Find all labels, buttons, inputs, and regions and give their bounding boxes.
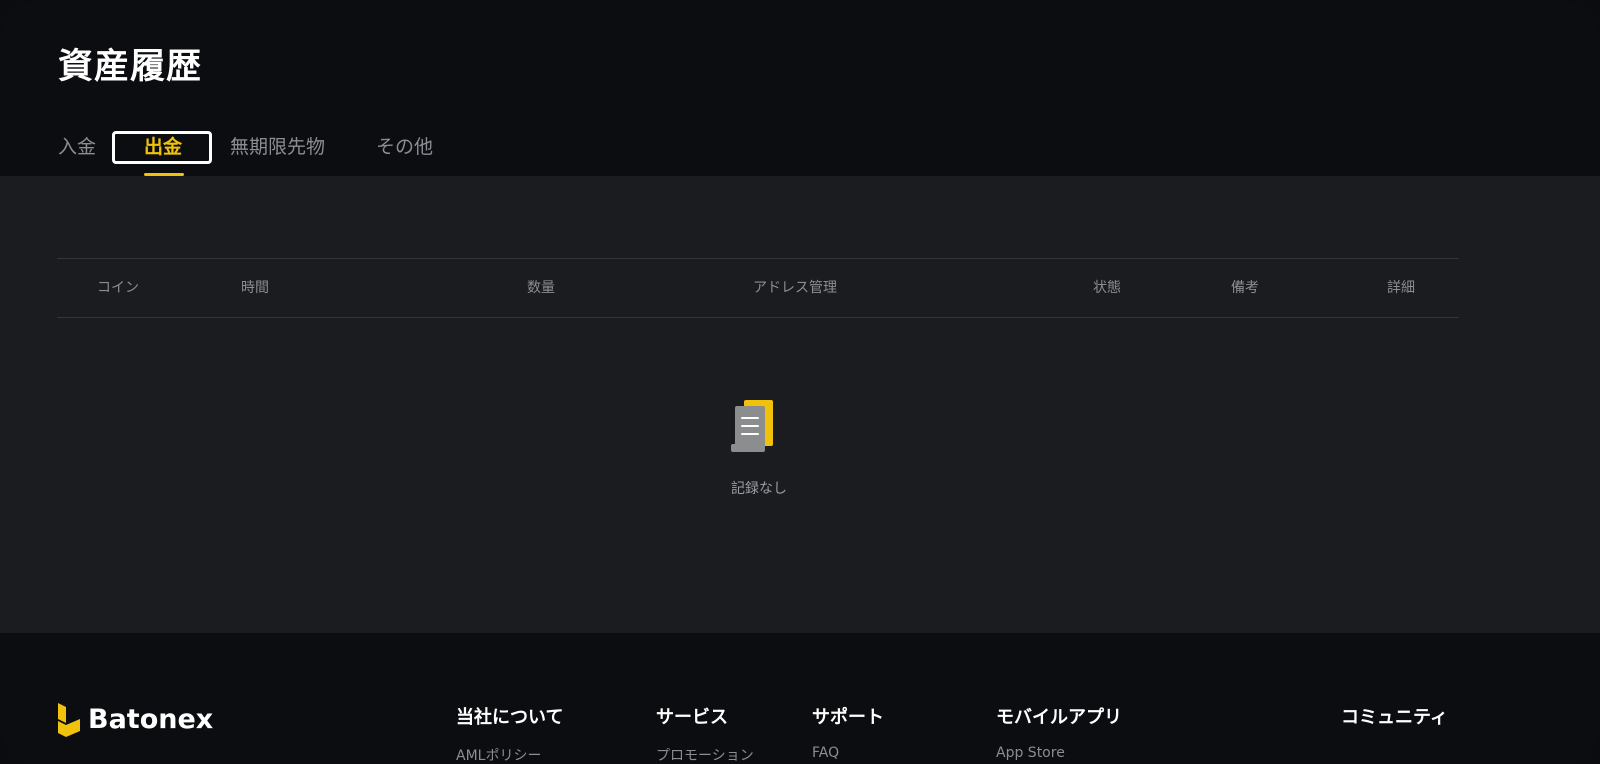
site-footer: Batonex 当社について AMLポリシー サービス プロモーション サポート… [0,633,1600,764]
footer-column-mobile-app: モバイルアプリ App Store [996,705,1122,761]
table-header: コイン 時間 数量 アドレス管理 状態 備考 詳細 [57,258,1459,318]
column-address: アドレス管理 [753,280,837,296]
footer-column-title: サービス [656,707,728,728]
tab-withdraw[interactable]: 出金 [144,130,182,164]
page-title: 資産履歴 [58,47,203,87]
footer-column-community: コミュニティ [1341,705,1451,731]
footer-column-services: サービス プロモーション [656,705,754,764]
batonex-logo-icon [58,703,80,737]
tab-others[interactable]: その他 [376,130,433,164]
app-frame: 資産履歴 入金 出金 無期限先物 その他 コイン 時間 数量 アドレス管理 状態… [0,0,1600,764]
tab-perpetual-futures[interactable]: 無期限先物 [230,130,325,164]
footer-column-title: コミュニティ [1341,707,1448,728]
footer-link-faq[interactable]: FAQ [812,745,884,761]
footer-column-title: モバイルアプリ [996,707,1122,728]
brand-name: Batonex [88,704,214,735]
column-coin: コイン [97,280,139,296]
footer-column-support: サポート FAQ [812,705,884,761]
footer-link-promotion[interactable]: プロモーション [656,745,754,764]
column-amount: 数量 [527,280,555,296]
history-content: コイン 時間 数量 アドレス管理 状態 備考 詳細 記録なし [0,176,1600,633]
page-header: 資産履歴 入金 出金 無期限先物 その他 [0,0,1600,176]
empty-state-message: 記録なし [731,481,787,497]
footer-link-aml-policy[interactable]: AMLポリシー [456,745,563,764]
footer-column-about: 当社について AMLポリシー [456,705,563,764]
footer-column-title: サポート [812,707,884,728]
tab-deposit[interactable]: 入金 [58,130,96,164]
column-details: 詳細 [1387,280,1415,296]
footer-link-app-store[interactable]: App Store [996,745,1122,761]
column-status: 状態 [1093,280,1121,296]
footer-column-title: 当社について [456,707,564,728]
column-remarks: 備考 [1231,280,1259,296]
empty-document-icon [731,400,773,452]
column-time: 時間 [241,280,269,296]
